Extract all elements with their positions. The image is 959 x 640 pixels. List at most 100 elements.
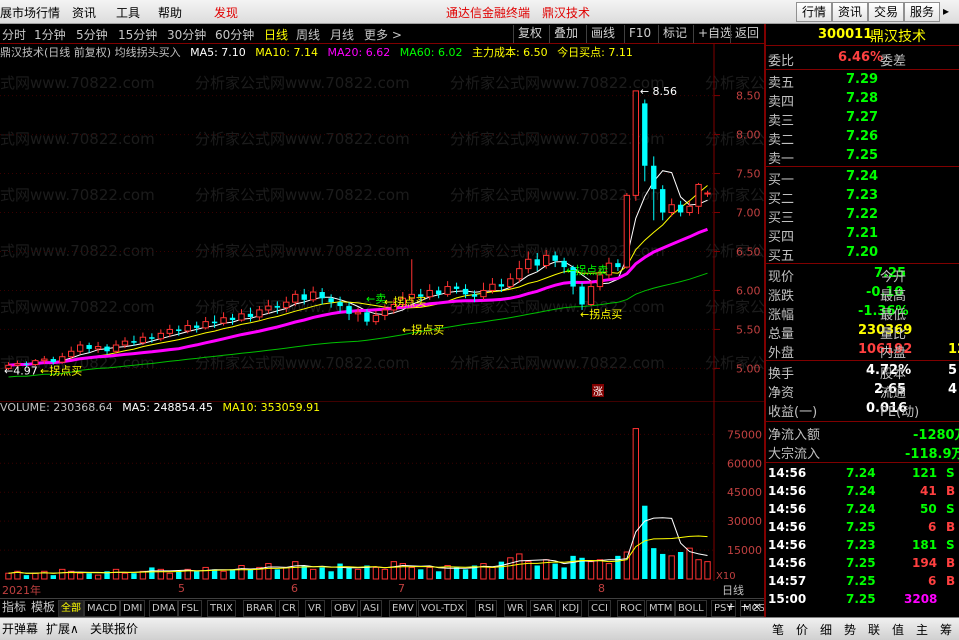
indicator-tab-emv[interactable]: EMV <box>389 600 417 617</box>
volume-bar-up <box>444 565 451 580</box>
btn-mark[interactable]: 标记 <box>658 25 691 43</box>
btn-barrage[interactable]: 开弹幕 <box>2 620 38 637</box>
volume-bars <box>5 428 711 580</box>
period-5min[interactable]: 5分钟 <box>76 26 108 43</box>
tab-指标[interactable]: 指标 <box>0 600 28 617</box>
btn-overlay[interactable]: 叠加 <box>549 25 582 43</box>
indicator-tab-sar[interactable]: SAR <box>530 600 557 617</box>
btn-news[interactable]: 资讯 <box>832 2 869 22</box>
tick-row[interactable]: 14:56 7.24 41 B <box>766 484 959 502</box>
period-15min[interactable]: 15分钟 <box>118 26 157 43</box>
candle-body-up <box>283 301 290 309</box>
period-more[interactable]: 更多 > <box>364 26 402 43</box>
tick-row[interactable]: 14:56 7.23 181 S <box>766 538 959 556</box>
menu-market[interactable]: 展市场行情 <box>0 4 60 21</box>
period-1min[interactable]: 1分钟 <box>34 26 66 43</box>
indicator-tab-obv[interactable]: OBV <box>331 600 359 617</box>
candle-body-up <box>238 313 245 321</box>
candle-body-down <box>435 290 442 295</box>
indicator-tab-cci[interactable]: CCI <box>588 600 611 617</box>
indicator-tab-dmi[interactable]: DMI <box>120 600 146 617</box>
indicator-tab-macd[interactable]: MACD <box>84 600 120 617</box>
window-close-icon[interactable]: ▸ <box>943 4 955 18</box>
volume-bar-up <box>166 572 173 580</box>
candle-body-up <box>76 344 84 352</box>
candle-body-down <box>660 189 666 213</box>
indicator-tab-全部[interactable]: 全部 <box>58 600 84 617</box>
btn-related-quote[interactable]: 关联报价 <box>90 620 138 637</box>
indicator-tab-vol-tdx[interactable]: VOL-TDX <box>418 600 468 617</box>
tick-row[interactable]: 14:56 7.25 194 B <box>766 556 959 574</box>
volume-tick-label: 15000 <box>727 544 762 557</box>
menu-help[interactable]: 帮助 <box>158 4 182 21</box>
volume-bar-up <box>220 570 227 580</box>
buy-level-label: 买五 <box>768 249 795 264</box>
indicator-tab-cr[interactable]: CR <box>279 600 299 617</box>
btn-service[interactable]: 服务 <box>904 2 941 22</box>
candle-body-down <box>651 165 657 190</box>
indicator-tab-vr[interactable]: VR <box>305 600 325 617</box>
btn-quote[interactable]: 行情 <box>796 2 833 22</box>
watermark-text: 分析家公式网www.70822.com <box>195 242 410 260</box>
menu-news[interactable]: 资讯 <box>72 4 96 21</box>
btn-f10[interactable]: F10 <box>624 25 655 43</box>
indicator-tab-mtm[interactable]: MTM <box>646 600 676 617</box>
indicator-tab-kdj[interactable]: KDJ <box>559 600 583 617</box>
tick-row[interactable]: 14:56 7.24 50 S <box>766 502 959 520</box>
panel-tab-4[interactable]: 联 <box>868 621 880 638</box>
buy-level-label: 买二 <box>768 192 795 207</box>
indicator-tab-rsi[interactable]: RSI <box>475 600 498 617</box>
period-weekly[interactable]: 周线 <box>296 26 320 43</box>
extra-label-2: 股本 <box>880 367 907 382</box>
menu-tools[interactable]: 工具 <box>116 4 140 21</box>
indicator-tab-brar[interactable]: BRAR <box>243 600 277 617</box>
period-daily[interactable]: 日线 <box>264 26 288 43</box>
btn-trade[interactable]: 交易 <box>868 2 905 22</box>
quote-label: 涨幅 <box>768 308 795 323</box>
panel-tab-0[interactable]: 笔 <box>772 621 784 638</box>
btn-adjust[interactable]: 复权 <box>513 25 546 43</box>
btn-back[interactable]: 返回 <box>730 25 763 43</box>
panel-tab-6[interactable]: 主 <box>916 621 928 638</box>
panel-tab-1[interactable]: 价 <box>796 621 808 638</box>
tick-row[interactable]: 14:57 7.25 6 B <box>766 574 959 592</box>
tick-row[interactable]: 14:56 7.24 121 S <box>766 466 959 484</box>
period-60min[interactable]: 60分钟 <box>215 26 254 43</box>
volume-chart[interactable]: 75000 60000 45000 30000 15000 X10 <box>0 401 764 581</box>
extra-row: 收益(一) 0.016 PE(动) <box>766 401 959 420</box>
btn-expand[interactable]: 扩展∧ <box>46 620 79 637</box>
tick-price: 7.24 <box>846 466 876 480</box>
panel-tab-7[interactable]: 筹 <box>940 621 952 638</box>
tick-price: 7.24 <box>846 502 876 516</box>
tab-模板[interactable]: 模板 <box>29 600 57 617</box>
sell-level-price: 7.28 <box>846 91 879 106</box>
panel-tab-3[interactable]: 势 <box>844 621 856 638</box>
indicator-tab-roc[interactable]: ROC <box>617 600 645 617</box>
tick-row[interactable]: 14:56 7.25 6 B <box>766 520 959 538</box>
zoom-in-button[interactable]: + <box>724 601 738 615</box>
period-monthly[interactable]: 月线 <box>330 26 354 43</box>
btn-draw[interactable]: 画线 <box>586 25 619 43</box>
candle-body-up <box>623 194 631 268</box>
period-30min[interactable]: 30分钟 <box>167 26 206 43</box>
candle-body-down <box>86 345 92 349</box>
panel-tab-5[interactable]: 值 <box>892 621 904 638</box>
stock-title: 鼎汉技术 <box>542 6 591 20</box>
indicator-tab-trix[interactable]: TRIX <box>207 600 236 617</box>
panel-tab-2[interactable]: 细 <box>820 621 832 638</box>
close-panel-button[interactable]: × <box>750 601 764 615</box>
indicator-tab-fsl[interactable]: FSL <box>178 600 202 617</box>
period-timeshare[interactable]: 分时 <box>2 26 26 43</box>
price-chart[interactable]: 分析家公式网www.70822.com 分析家公式网www.70822.com 分析… <box>0 44 764 401</box>
indicator-tab-asi[interactable]: ASI <box>360 600 383 617</box>
buy-signal-label: ←拐点买 <box>580 307 622 321</box>
volume-bar-down <box>651 548 657 579</box>
watermark-layer: 分析家公式网www.70822.com 分析家公式网www.70822.com 分析… <box>0 74 764 372</box>
volume-bar-down <box>435 571 442 579</box>
indicator-tab-wr[interactable]: WR <box>504 600 527 617</box>
indicator-tab-boll[interactable]: BOLL <box>675 600 707 617</box>
menu-discover[interactable]: 发现 <box>214 4 238 21</box>
indicator-tab-dma[interactable]: DMA <box>149 600 179 617</box>
tick-row[interactable]: 15:00 7.25 3208 <box>766 592 959 610</box>
volume-tick-label: 45000 <box>727 486 762 499</box>
